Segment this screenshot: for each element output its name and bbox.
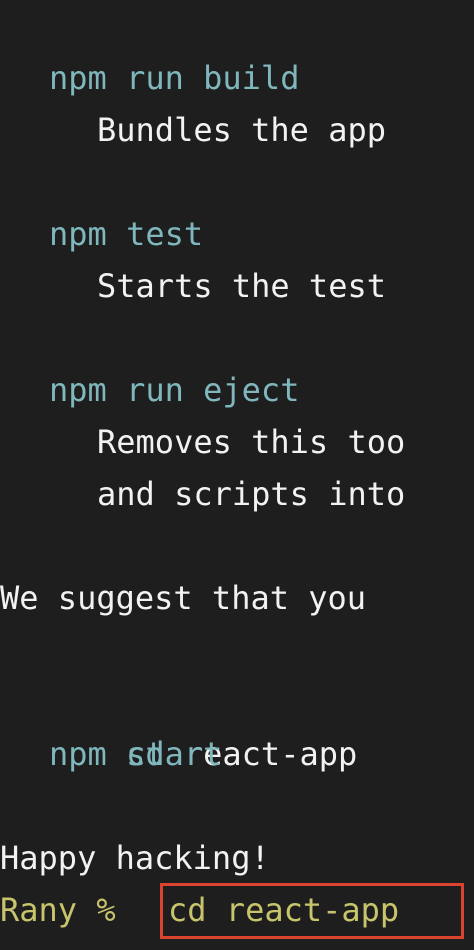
help-command-eject: npm run eject [49, 371, 300, 409]
help-description-build: Bundles the app [97, 111, 386, 149]
suggested-cd-line: cd react-app [49, 676, 357, 773]
terminal-window[interactable]: npm run build Bundles the app npm test S… [0, 0, 474, 950]
help-description-eject-2: and scripts into [97, 475, 406, 513]
happy-hacking-text: Happy hacking! [0, 839, 270, 877]
suggested-start-command: npm start [49, 735, 223, 773]
help-description-eject-1: Removes this too [97, 423, 406, 461]
help-description-test: Starts the test [97, 267, 386, 305]
help-command-test: npm test [49, 215, 204, 253]
shell-prompt: Rany % [0, 891, 116, 929]
suggestion-text: We suggest that you [0, 579, 367, 617]
help-command-build: npm run build [49, 59, 300, 97]
command-highlight-box [160, 883, 464, 939]
